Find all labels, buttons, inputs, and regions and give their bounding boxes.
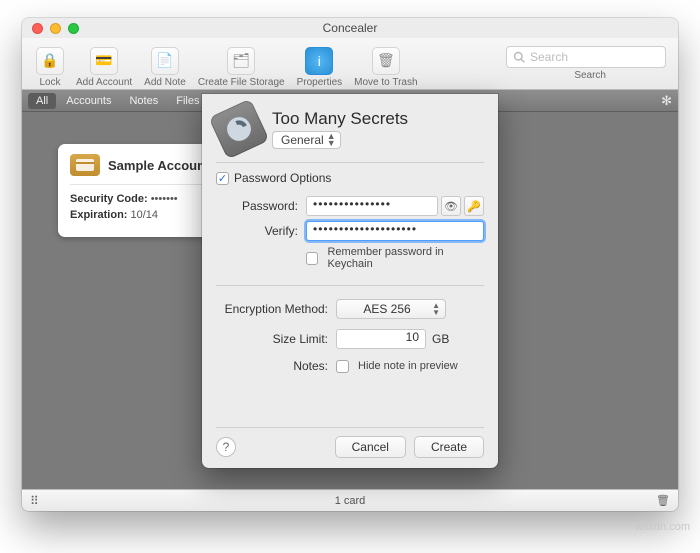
verify-label: Verify: — [230, 224, 306, 238]
storage-icon: 🗂 — [227, 47, 255, 75]
item-count: 1 card — [22, 495, 678, 507]
remember-keychain-label: Remember password in Keychain — [327, 246, 484, 270]
tab-notes[interactable]: Notes — [121, 93, 166, 109]
size-limit-label: Size Limit: — [216, 332, 336, 346]
properties-button[interactable]: i Properties — [291, 40, 349, 88]
size-unit: GB — [432, 332, 449, 346]
sheet-title: Too Many Secrets — [272, 109, 408, 129]
gear-icon[interactable]: ✻ — [661, 93, 672, 109]
watermark: wsxdn.com — [635, 521, 690, 533]
move-to-trash-button[interactable]: 🗑 Move to Trash — [348, 40, 423, 88]
verify-password-input[interactable]: •••••••••••••••••••• — [306, 221, 484, 241]
create-storage-sheet: Too Many Secrets General ▲▼ ✓ Password O… — [202, 94, 498, 468]
search-icon — [513, 51, 525, 63]
generate-password-button[interactable]: 🔑 — [464, 196, 484, 216]
note-icon: 📄 — [151, 47, 179, 75]
divider — [216, 285, 484, 286]
password-label: Password: — [230, 199, 306, 213]
reveal-password-button[interactable]: 👁 — [441, 196, 461, 216]
notes-label: Notes: — [216, 359, 336, 373]
card-icon: 💳 — [90, 47, 118, 75]
status-bar: ⠿ 1 card 🗑 — [22, 489, 678, 511]
toolbar: 🔒 Lock 💳 Add Account 📄 Add Note 🗂 Create… — [22, 38, 678, 90]
help-button[interactable]: ? — [216, 437, 236, 457]
hide-note-label: Hide note in preview — [358, 360, 458, 372]
remember-keychain-checkbox[interactable] — [306, 252, 318, 265]
hide-note-checkbox[interactable] — [336, 360, 349, 373]
card-title: Sample Accoun — [108, 158, 205, 173]
create-button[interactable]: Create — [414, 436, 484, 458]
add-account-button[interactable]: 💳 Add Account — [70, 40, 138, 88]
storage-type-icon — [208, 98, 269, 159]
card-type-icon — [70, 154, 100, 176]
encryption-method-label: Encryption Method: — [216, 302, 336, 316]
chevron-updown-icon: ▲▼ — [432, 302, 440, 316]
titlebar: Concealer — [22, 18, 678, 38]
tab-accounts[interactable]: Accounts — [58, 93, 119, 109]
tab-all[interactable]: All — [28, 93, 56, 109]
info-icon: i — [305, 47, 333, 75]
password-options-checkbox[interactable]: ✓ — [216, 172, 229, 185]
password-input[interactable]: ••••••••••••••• — [306, 196, 438, 216]
trash-icon: 🗑 — [372, 47, 400, 75]
category-select[interactable]: General ▲▼ — [272, 131, 341, 149]
search-label: Search — [574, 70, 606, 81]
encryption-method-select[interactable]: AES 256 ▲▼ — [336, 299, 446, 319]
password-options-label: Password Options — [234, 171, 331, 185]
size-limit-input[interactable]: 10 — [336, 329, 426, 349]
lock-icon: 🔒 — [36, 47, 64, 75]
search-input[interactable]: Search — [506, 46, 666, 68]
create-file-storage-button[interactable]: 🗂 Create File Storage — [192, 40, 291, 88]
divider — [216, 162, 484, 163]
cancel-button[interactable]: Cancel — [335, 436, 406, 458]
add-note-button[interactable]: 📄 Add Note — [138, 40, 192, 88]
window-title: Concealer — [22, 21, 678, 35]
chevron-updown-icon: ▲▼ — [327, 133, 336, 147]
lock-button[interactable]: 🔒 Lock — [30, 40, 70, 88]
